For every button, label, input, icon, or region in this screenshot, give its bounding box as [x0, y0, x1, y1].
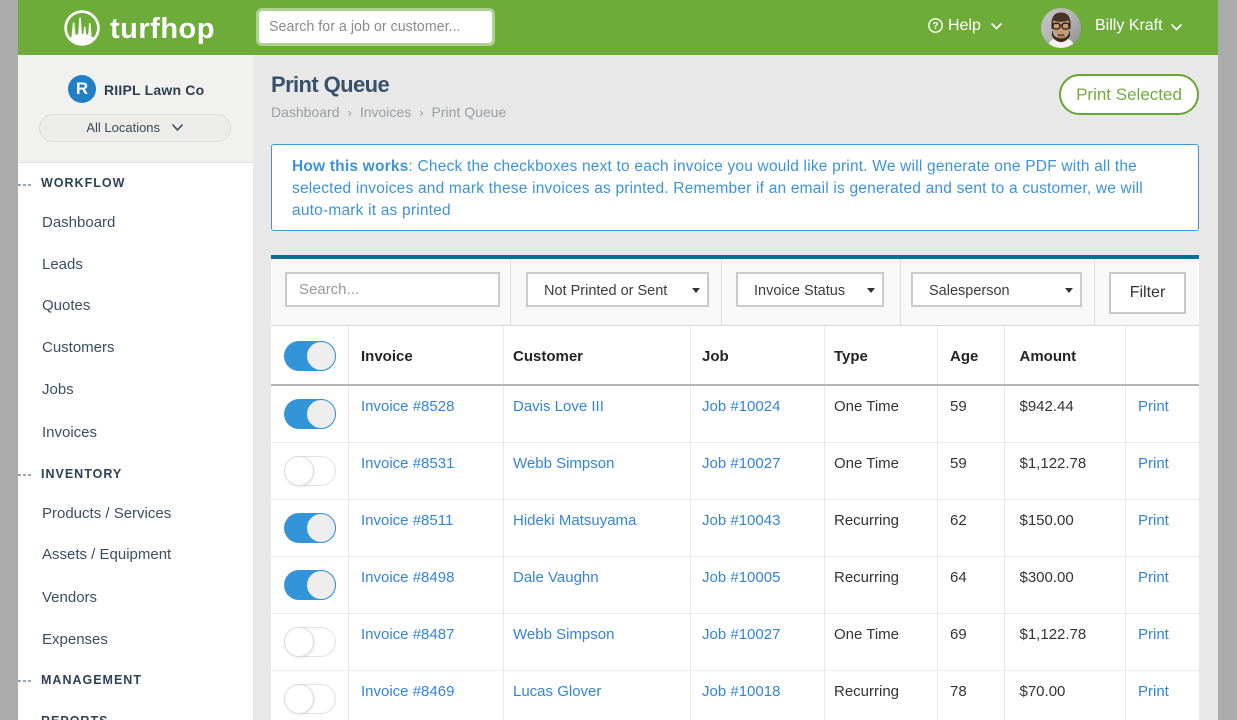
svg-text:?: ?: [932, 21, 938, 32]
